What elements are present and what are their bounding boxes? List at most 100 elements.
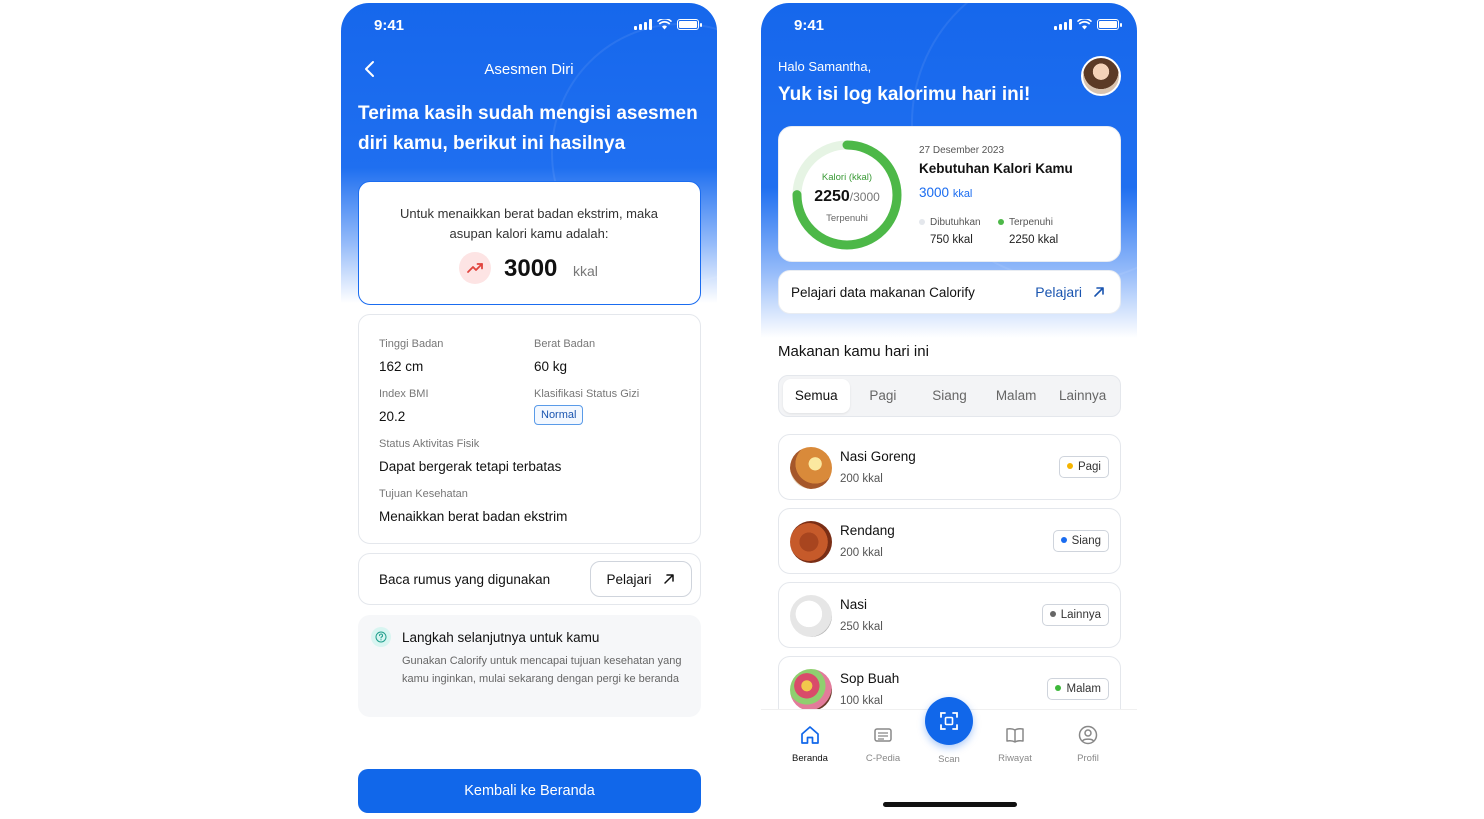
food-name: Rendang — [840, 523, 895, 538]
nav-pedia[interactable]: C-Pedia — [853, 724, 913, 764]
status-bar: 9:41 — [761, 3, 1137, 47]
tab-pagi[interactable]: Pagi — [850, 379, 917, 413]
result-heading: Terima kasih sudah mengisi asesmen diri … — [358, 103, 698, 154]
food-calories: 250 kkal — [840, 621, 883, 633]
legend-fulfilled: Terpenuhi — [998, 217, 1053, 228]
height-label: Tinggi Badan — [379, 338, 444, 350]
profile-info-card: Tinggi Badan 162 cm Berat Badan 60 kg In… — [358, 314, 701, 544]
arrow-up-right-icon — [663, 574, 674, 584]
weight-value: 60 kg — [534, 359, 568, 374]
learn-data-link-label: Pelajari — [1035, 284, 1082, 300]
nutrition-status-badge: Normal — [534, 405, 584, 425]
trend-up-icon — [459, 252, 491, 284]
nav-profile[interactable]: Profil — [1058, 724, 1118, 764]
avatar[interactable] — [1081, 56, 1121, 96]
food-calories: 200 kkal — [840, 547, 883, 559]
bottom-navigation: Beranda C-Pedia Scan Riwayat Profil — [761, 697, 1137, 819]
home-icon — [801, 726, 819, 744]
newspaper-icon — [874, 728, 892, 742]
legend-dot-fulfilled — [998, 219, 1004, 226]
food-item[interactable]: Rendang 200 kkal Siang — [778, 508, 1121, 574]
ring-label: Kalori (kkal) — [821, 172, 873, 183]
nutrition-status-label: Klasifikasi Status Gizi — [534, 388, 640, 400]
nav-home[interactable]: Beranda — [780, 724, 840, 764]
tab-lainnya[interactable]: Lainnya — [1049, 379, 1116, 413]
next-step-body: Gunakan Calorify untuk mencapai tujuan k… — [402, 655, 682, 685]
home-indicator — [883, 802, 1017, 807]
learn-data-card[interactable]: Pelajari data makanan Calorify Pelajari — [778, 270, 1121, 314]
ring-sub-label: Terpenuhi — [826, 213, 868, 224]
learn-formula-label: Pelajari — [606, 571, 652, 587]
meal-tag: Siang — [1052, 530, 1109, 552]
ring-consumed-value: 2250 — [814, 188, 850, 205]
tab-malam[interactable]: Malam — [983, 379, 1050, 413]
food-image — [790, 521, 832, 563]
nav-history[interactable]: Riwayat — [985, 724, 1045, 764]
nav-history-label: Riwayat — [998, 753, 1032, 764]
activity-value: Dapat bergerak tetapi terbatas — [379, 459, 562, 474]
goal-value: Menaikkan berat badan ekstrim — [379, 509, 568, 524]
nav-pedia-label: C-Pedia — [865, 753, 901, 764]
meal-tag-label: Lainnya — [1060, 609, 1101, 621]
fulfilled-value: 2250 kkal — [1009, 234, 1059, 246]
calorie-date: 27 Desember 2023 — [919, 145, 1005, 156]
question-icon — [371, 627, 391, 647]
nav-scan-label: Scan — [938, 754, 960, 765]
back-to-home-button[interactable]: Kembali ke Beranda — [358, 769, 701, 813]
food-image — [790, 669, 832, 711]
food-calories: 200 kkal — [840, 473, 883, 485]
food-name: Nasi Goreng — [840, 449, 916, 464]
tag-dot — [1060, 536, 1067, 543]
ring-consumed: 2250/3000 — [789, 188, 905, 206]
home-screen: 9:41 Halo Samantha, Yuk isi log kalorimu… — [761, 3, 1137, 819]
meal-tag-label: Siang — [1071, 535, 1101, 547]
tab-semua[interactable]: Semua — [783, 379, 850, 413]
formula-text: Baca rumus yang digunakan — [379, 572, 551, 587]
meal-tag-label: Pagi — [1077, 461, 1101, 473]
nav-profile-label: Profil — [1077, 753, 1099, 764]
food-item[interactable]: Nasi Goreng 200 kkal Pagi — [778, 434, 1121, 500]
signal-icon — [1054, 19, 1072, 30]
legend-dot-needed — [919, 219, 925, 226]
wifi-icon — [657, 19, 672, 30]
weight-label: Berat Badan — [534, 338, 596, 350]
battery-icon — [677, 19, 702, 30]
activity-label: Status Aktivitas Fisik — [379, 438, 480, 450]
arrow-up-right-icon — [1094, 287, 1104, 297]
scan-button[interactable] — [925, 697, 973, 745]
result-calorie-unit: kkal — [573, 263, 598, 279]
goal-label: Tujuan Kesehatan — [379, 488, 468, 500]
nav-home-label: Beranda — [792, 753, 828, 764]
legend-needed: Dibutuhkan — [919, 217, 981, 228]
next-step-title: Langkah selanjutnya untuk kamu — [402, 630, 600, 645]
user-circle-icon — [1078, 725, 1098, 745]
status-time: 9:41 — [374, 17, 405, 34]
calorie-need-unit: kkal — [952, 188, 973, 200]
learn-formula-button[interactable]: Pelajari — [590, 561, 692, 597]
assessment-screen: 9:41 Asesmen Diri Terima kasih sudah men… — [341, 3, 717, 819]
meal-tag: Malam — [1047, 678, 1109, 700]
meal-tag: Lainnya — [1041, 604, 1109, 626]
status-bar: 9:41 — [341, 3, 717, 47]
bmi-value: 20.2 — [379, 409, 406, 424]
height-value: 162 cm — [379, 359, 424, 374]
food-image — [790, 595, 832, 637]
signal-icon — [634, 19, 652, 30]
calorie-title: Kebutuhan Kalori Kamu — [919, 161, 1073, 176]
result-description: Untuk menaikkan berat badan ekstrim, mak… — [400, 206, 658, 241]
legend-needed-label: Dibutuhkan — [930, 217, 981, 228]
status-icons — [634, 19, 702, 30]
food-item[interactable]: Nasi 250 kkal Lainnya — [778, 582, 1121, 648]
calorie-progress-ring: Kalori (kkal) 2250/3000 Terpenuhi — [789, 137, 905, 253]
next-step-card: Langkah selanjutnya untuk kamu Gunakan C… — [358, 615, 701, 717]
result-calorie-value: 3000 — [504, 255, 558, 282]
needed-value: 750 kkal — [930, 234, 973, 246]
section-title: Makanan kamu hari ini — [778, 343, 929, 360]
tag-dot — [1066, 462, 1073, 469]
status-time: 9:41 — [794, 17, 825, 34]
wifi-icon — [1077, 19, 1092, 30]
calorie-result-card: Untuk menaikkan berat badan ekstrim, mak… — [358, 181, 701, 305]
tag-dot — [1055, 684, 1062, 691]
learn-data-link[interactable]: Pelajari — [1035, 284, 1106, 300]
tab-siang[interactable]: Siang — [916, 379, 983, 413]
